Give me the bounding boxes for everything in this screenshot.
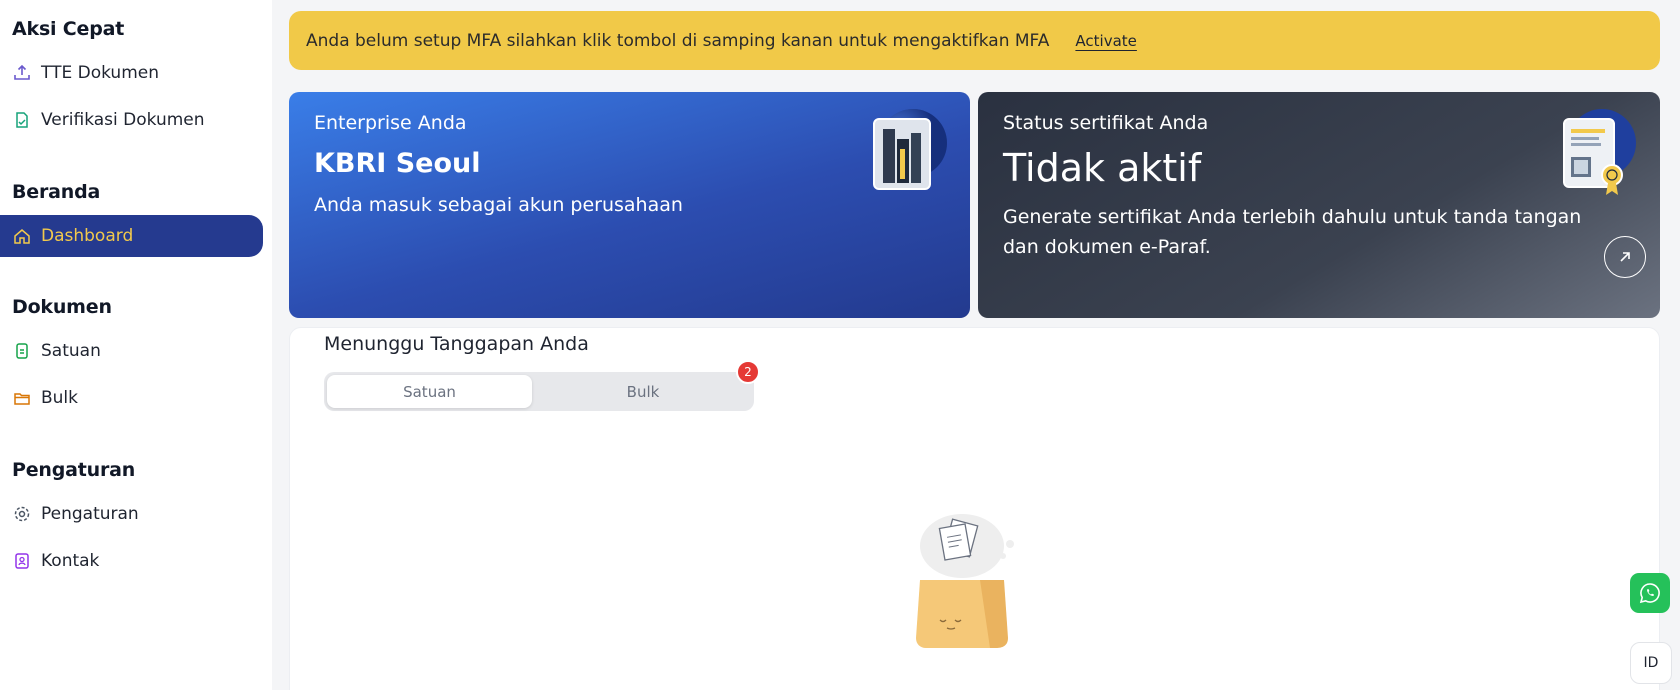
certificate-status-card: Status sertifikat Anda Tidak aktif Gener…	[978, 92, 1660, 318]
sidebar-item-label: TTE Dokumen	[41, 63, 159, 83]
section-title-beranda: Beranda	[12, 181, 101, 203]
bulk-count-badge: 2	[736, 360, 760, 384]
sidebar-item-bulk[interactable]: Bulk	[0, 377, 263, 419]
enterprise-desc: Anda masuk sebagai akun perusahaan	[314, 194, 683, 216]
tab-satuan[interactable]: Satuan	[327, 375, 532, 408]
sidebar-item-label: Dashboard	[41, 226, 134, 246]
certificate-illustration-icon	[1563, 109, 1636, 195]
sidebar-item-satuan[interactable]: Satuan	[0, 330, 263, 372]
waiting-response-panel: Menunggu Tanggapan Anda Satuan Bulk 2	[289, 327, 1660, 690]
upload-icon	[13, 64, 31, 82]
certificate-open-button[interactable]	[1604, 236, 1646, 278]
empty-state-illustration-icon	[916, 514, 1014, 648]
sidebar: Aksi Cepat TTE Dokumen Verifikasi Dokume…	[0, 0, 272, 690]
sidebar-item-label: Verifikasi Dokumen	[41, 110, 205, 130]
enterprise-name: KBRI Seoul	[314, 148, 481, 179]
enterprise-card: Enterprise Anda KBRI Seoul Anda masuk se…	[289, 92, 970, 318]
panel-title: Menunggu Tanggapan Anda	[324, 333, 589, 355]
gear-icon	[13, 505, 31, 523]
file-verify-icon	[13, 111, 31, 129]
folder-icon	[13, 389, 31, 407]
tab-bulk[interactable]: Bulk	[534, 375, 752, 408]
mfa-warning-text: Anda belum setup MFA silahkan klik tombo…	[306, 30, 1050, 51]
section-title-aksi-cepat: Aksi Cepat	[12, 18, 125, 40]
certificate-status: Tidak aktif	[1003, 146, 1202, 190]
home-icon	[13, 227, 31, 245]
activate-mfa-link[interactable]: Activate	[1075, 32, 1136, 50]
sidebar-item-dashboard[interactable]: Dashboard	[0, 215, 263, 257]
mfa-warning-banner: Anda belum setup MFA silahkan klik tombo…	[289, 11, 1660, 70]
section-title-dokumen: Dokumen	[12, 296, 112, 318]
document-type-tabs: Satuan Bulk	[324, 372, 754, 411]
enterprise-kicker: Enterprise Anda	[314, 112, 467, 134]
sidebar-item-label: Satuan	[41, 341, 101, 361]
building-illustration-icon	[873, 109, 947, 190]
arrow-up-right-icon	[1620, 252, 1630, 262]
contact-book-icon	[13, 552, 31, 570]
sidebar-item-kontak[interactable]: Kontak	[0, 540, 263, 582]
sidebar-item-label: Pengaturan	[41, 504, 139, 524]
certificate-desc: Generate sertifikat Anda terlebih dahulu…	[1003, 206, 1582, 258]
whatsapp-button[interactable]	[1630, 573, 1670, 613]
sidebar-item-tte-dokumen[interactable]: TTE Dokumen	[0, 52, 263, 94]
document-icon	[13, 342, 31, 360]
sidebar-item-label: Bulk	[41, 388, 79, 408]
whatsapp-icon	[1639, 583, 1660, 604]
sidebar-item-verifikasi-dokumen[interactable]: Verifikasi Dokumen	[0, 99, 263, 141]
section-title-pengaturan: Pengaturan	[12, 459, 136, 481]
language-switcher[interactable]: ID	[1630, 642, 1672, 684]
sidebar-item-pengaturan[interactable]: Pengaturan	[0, 493, 263, 535]
sidebar-item-label: Kontak	[41, 551, 100, 571]
certificate-kicker: Status sertifikat Anda	[1003, 112, 1209, 134]
